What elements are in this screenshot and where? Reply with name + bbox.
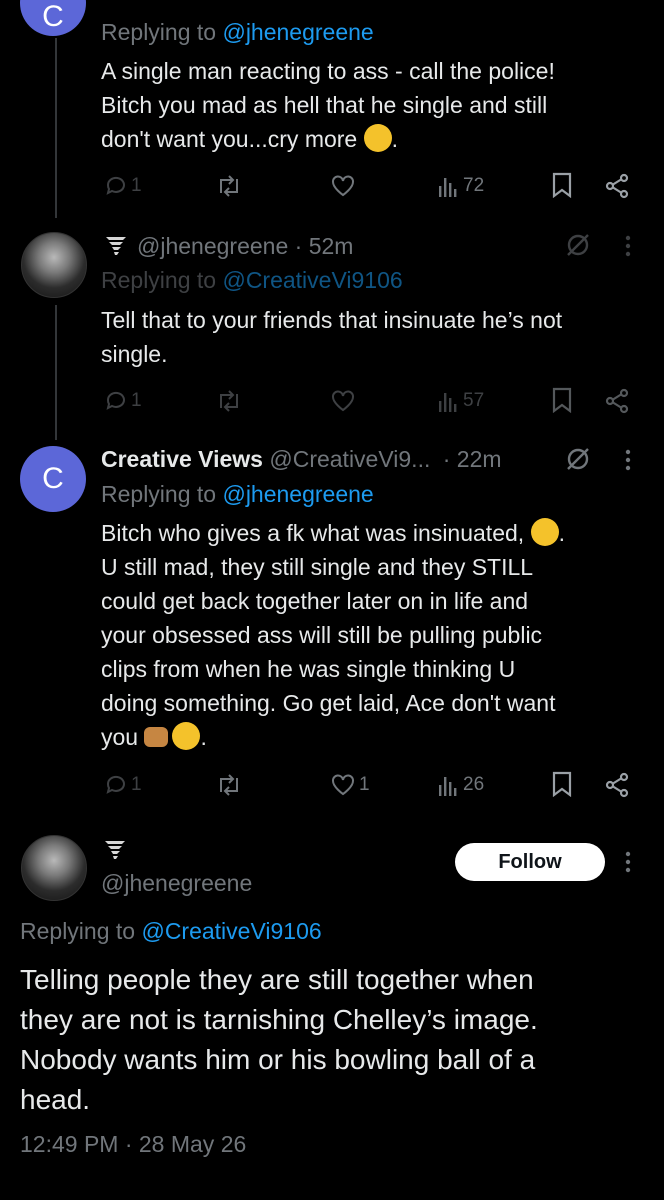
like-icon[interactable] [330,174,356,198]
reply-icon[interactable] [104,773,128,797]
tweet-line: U still mad, they still single and they … [101,554,534,580]
reply-icon[interactable] [104,389,128,413]
tweet-line: you [101,724,139,750]
reply-icon[interactable] [104,174,128,198]
avatar[interactable]: C [20,0,86,36]
replying-to: Replying to @CreativeVi9106 [20,915,322,947]
thread-line [55,305,57,440]
replying-to: Replying to @jhenegreene [101,478,374,510]
tweet-line: Bitch you mad as hell that he single and… [101,92,548,118]
tornado-icon [106,237,126,255]
tweet-line: Tell that to your friends that insinuate… [101,307,563,333]
tweet-line: don't want you...cry more [101,126,358,152]
bookmark-icon[interactable] [552,172,572,198]
more-icon[interactable] [624,448,632,472]
replying-to-label: Replying to [101,267,217,293]
tweet-line: Telling people they are still together w… [20,964,534,995]
views-count: 57 [463,390,485,411]
avatar-letter: C [42,462,64,495]
reply-count: 1 [131,175,142,196]
tears-of-joy-emoji [530,518,559,546]
reply-handle-link[interactable]: @jhenegreene [222,19,373,45]
views-icon[interactable] [438,176,460,198]
avatar[interactable] [21,232,87,298]
tweet-line: clips from when he was single thinking U [101,656,516,682]
like-icon[interactable] [330,773,356,797]
reply-handle-link[interactable]: @jhenegreene [222,481,373,507]
retweet-icon[interactable] [215,388,243,414]
replying-to-label: Replying to [20,918,136,944]
tweet-line: could get back together later on in life… [101,588,529,614]
display-name[interactable]: Creative Views [101,446,263,472]
share-icon[interactable] [604,173,630,199]
retweet-icon[interactable] [215,772,243,798]
share-icon[interactable] [604,772,630,798]
tweet-line: head. [20,1084,91,1115]
replying-to-label: Replying to [101,481,217,507]
avatar-letter: C [42,0,64,33]
bookmark-icon[interactable] [552,387,572,413]
like-count: 1 [359,774,370,795]
tweet-line-with-emoji: don't want you...cry more . [101,124,399,152]
tweet-line: they are not is tarnishing Chelley’s ima… [20,1004,538,1035]
tweet-header: Creative Views @CreativeVi9... · 22m [101,443,502,475]
user-handle[interactable]: @jhenegreene [101,867,252,899]
tweet-header: @jhenegreene · 52m [137,230,353,262]
reply-count: 1 [131,774,142,795]
thread-line [55,38,57,218]
tears-of-joy-emoji [363,124,392,152]
grok-icon[interactable] [565,232,591,258]
main-tweet-text: Telling people they are still together w… [20,960,650,1120]
views-icon[interactable] [438,775,460,797]
replying-to-label: Replying to [101,19,217,45]
tweet-timestamp[interactable]: 12:49 PM · 28 May 26 [20,1131,246,1158]
views-count: 26 [463,774,485,795]
reply-count: 1 [131,390,142,411]
share-icon[interactable] [604,388,630,414]
avatar[interactable] [21,835,87,901]
views-icon[interactable] [438,391,460,413]
tweet-line-with-emoji: you . [101,722,207,750]
tweet-line: Nobody wants him or his bowling ball of … [20,1044,536,1075]
reply-handle-link[interactable]: @CreativeVi9106 [141,918,321,944]
follow-button[interactable]: Follow [455,843,605,881]
crying-emoji [172,722,201,750]
user-handle[interactable]: @CreativeVi9... [269,446,430,472]
user-handle[interactable]: @jhenegreene [137,233,288,259]
tweet-line: Bitch who gives a fk what was insinuated… [101,520,525,546]
more-icon[interactable] [624,234,632,258]
avatar[interactable]: C [20,446,86,512]
tweet-time[interactable]: · 52m [295,233,354,259]
replying-to: Replying to @jhenegreene [101,16,374,48]
more-icon[interactable] [624,850,632,874]
tweet-line: doing something. Go get laid, Ace don't … [101,690,556,716]
tweet-line: single. [101,341,168,367]
grok-icon[interactable] [565,446,591,472]
tweet-line: your obsessed ass will still be pulling … [101,622,543,648]
tweet-line: A single man reacting to ass - call the … [101,58,555,84]
tornado-icon [105,841,125,859]
tweet-time[interactable]: · 22m [443,446,502,472]
views-count: 72 [463,175,485,196]
retweet-icon[interactable] [215,173,243,199]
reply-handle-link[interactable]: @CreativeVi9106 [222,267,402,293]
replying-to: Replying to @CreativeVi9106 [101,264,403,296]
like-icon[interactable] [330,389,356,413]
tweet-text: Tell that to your friends that insinuate… [101,303,651,371]
bookmark-icon[interactable] [552,771,572,797]
tweet-text: Bitch who gives a fk what was insinuated… [101,516,651,754]
tweet-line-with-emoji: Bitch who gives a fk what was insinuated… [101,518,565,546]
fist-emoji [144,727,169,747]
tweet-text: A single man reacting to ass - call the … [101,54,651,156]
